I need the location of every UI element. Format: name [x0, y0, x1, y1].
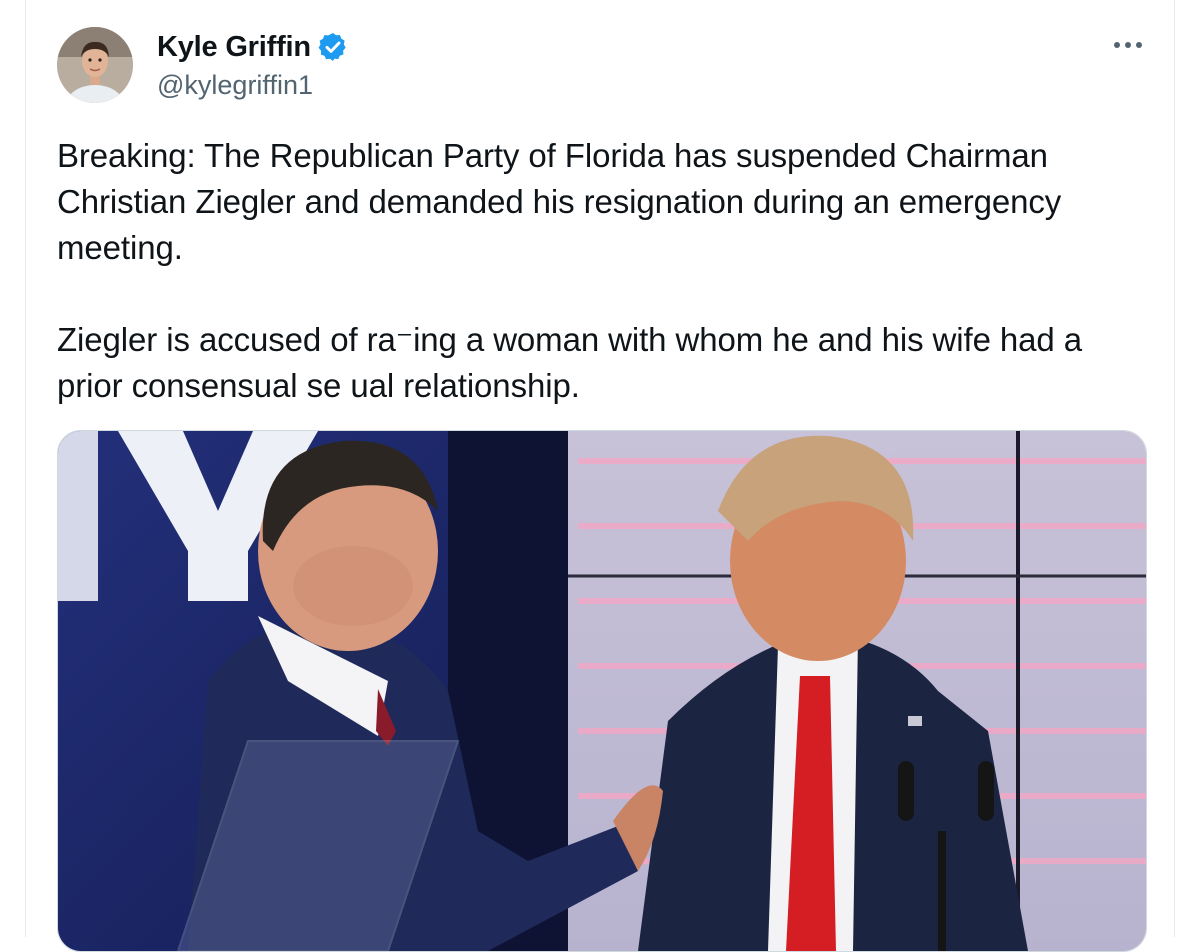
tweet-text: Breaking: The Republican Party of Florid… — [57, 133, 1147, 409]
photo-image — [58, 431, 1146, 951]
tweet-photo[interactable] — [57, 430, 1147, 952]
tweet-paragraph-2: Ziegler is accused of ra⁻ing a woman wit… — [57, 321, 1082, 404]
verified-badge-icon[interactable] — [317, 31, 349, 63]
avatar-image — [57, 27, 133, 103]
author-handle[interactable]: @kylegriffin1 — [157, 70, 349, 101]
more-options-icon[interactable] — [1110, 30, 1146, 60]
author-name[interactable]: Kyle Griffin — [157, 31, 311, 64]
author-block: Kyle Griffin @kylegriffin1 — [157, 28, 349, 101]
avatar[interactable] — [57, 27, 133, 103]
tweet-paragraph-1: Breaking: The Republican Party of Florid… — [57, 137, 1062, 266]
author-name-row: Kyle Griffin — [157, 28, 349, 66]
